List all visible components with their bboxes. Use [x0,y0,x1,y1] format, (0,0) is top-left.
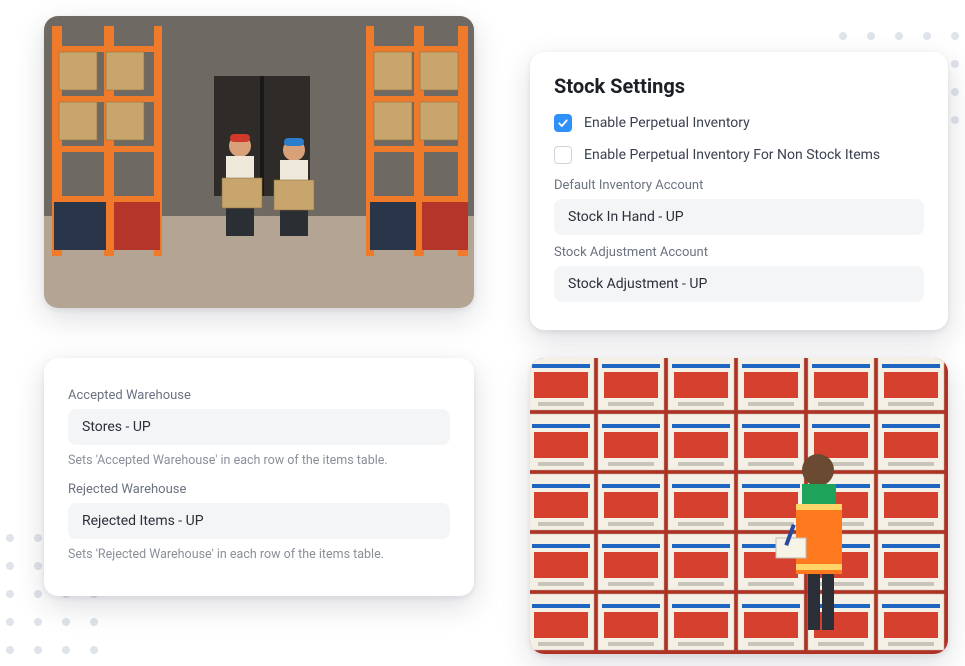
accepted-warehouse-select[interactable]: Stores - UP [68,409,450,445]
enable-perpetual-inventory-row[interactable]: Enable Perpetual Inventory [554,114,924,132]
accepted-warehouse-value: Stores - UP [82,419,151,435]
stock-settings-card: Stock Settings Enable Perpetual Inventor… [530,52,948,330]
stockroom-photo [530,358,948,654]
rejected-warehouse-select[interactable]: Rejected Items - UP [68,503,450,539]
default-inventory-account-label: Default Inventory Account [554,178,924,193]
rejected-warehouse-value: Rejected Items - UP [82,513,204,529]
stock-adjustment-account-select[interactable]: Stock Adjustment - UP [554,266,924,302]
accepted-warehouse-hint: Sets 'Accepted Warehouse' in each row of… [68,453,450,468]
stock-settings-title: Stock Settings [554,74,924,98]
stock-adjustment-account-value: Stock Adjustment - UP [568,276,707,292]
enable-perpetual-nonstock-row[interactable]: Enable Perpetual Inventory For Non Stock… [554,146,924,164]
enable-perpetual-nonstock-label: Enable Perpetual Inventory For Non Stock… [584,147,880,163]
warehouse-settings-card: Accepted Warehouse Stores - UP Sets 'Acc… [44,358,474,596]
checkbox-unchecked-icon[interactable] [554,146,572,164]
checkbox-checked-icon[interactable] [554,114,572,132]
enable-perpetual-inventory-label: Enable Perpetual Inventory [584,115,750,131]
accepted-warehouse-label: Accepted Warehouse [68,388,450,403]
rejected-warehouse-label: Rejected Warehouse [68,482,450,497]
default-inventory-account-value: Stock In Hand - UP [568,209,684,225]
warehouse-photo [44,16,474,308]
stock-adjustment-account-label: Stock Adjustment Account [554,245,924,260]
default-inventory-account-select[interactable]: Stock In Hand - UP [554,199,924,235]
rejected-warehouse-hint: Sets 'Rejected Warehouse' in each row of… [68,547,450,562]
